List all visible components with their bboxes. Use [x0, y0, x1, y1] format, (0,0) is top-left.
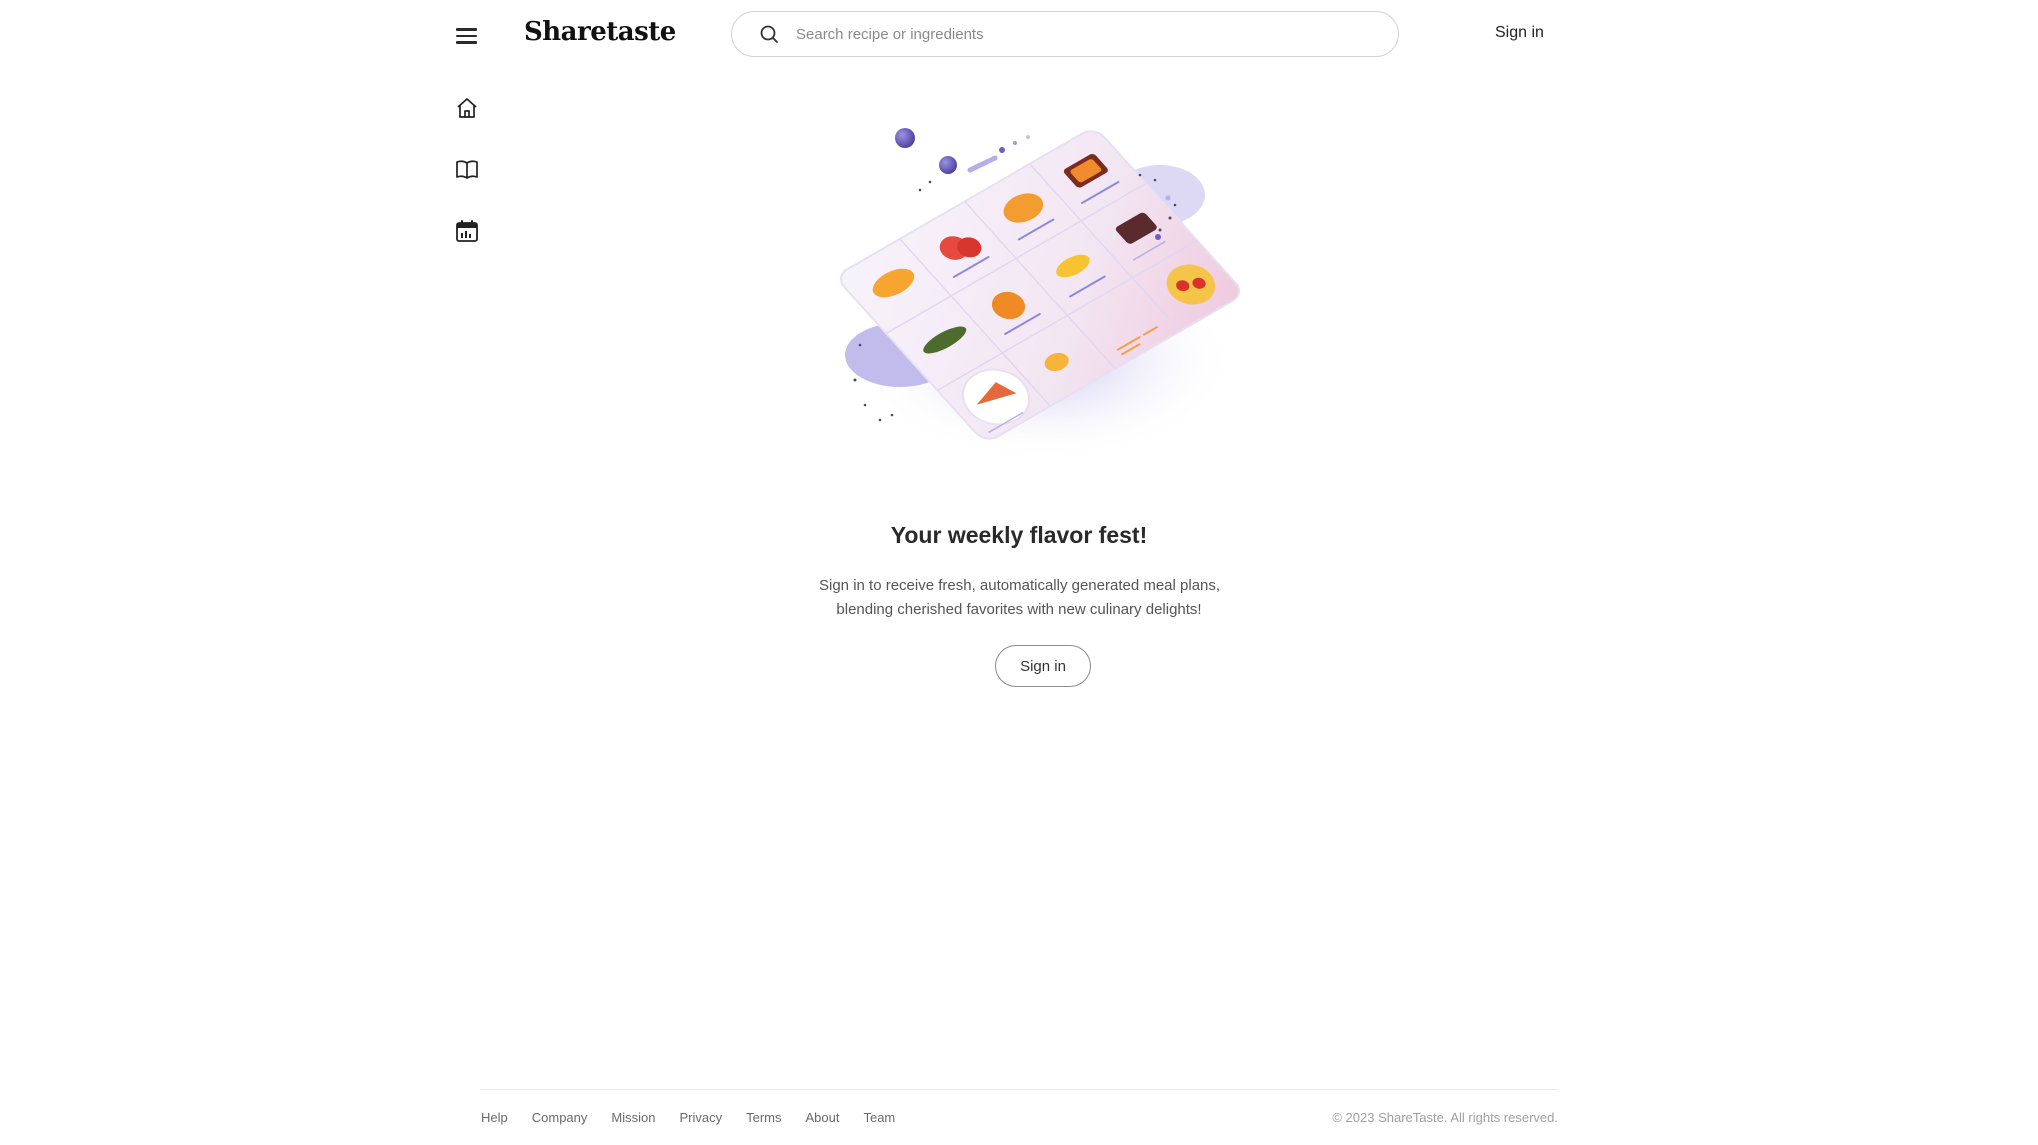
description-line-1: Sign in to receive fresh, automatically … — [819, 577, 1221, 594]
description-line-2: blending cherished favorites with new cu… — [836, 601, 1202, 618]
sign-in-link[interactable]: Sign in — [1495, 24, 1544, 42]
search-input[interactable] — [794, 24, 1358, 44]
footer-link-privacy[interactable]: Privacy — [679, 1110, 722, 1125]
footer-link-about[interactable]: About — [805, 1110, 839, 1125]
footer-links: Help Company Mission Privacy Terms About… — [481, 1110, 895, 1125]
footer-link-company[interactable]: Company — [532, 1110, 588, 1125]
footer-link-mission[interactable]: Mission — [611, 1110, 655, 1125]
logo[interactable]: Sharetaste — [524, 17, 676, 47]
book-icon — [455, 157, 479, 186]
page-title: Your weekly flavor fest! — [890, 522, 1148, 548]
meal-plan-illustration — [830, 110, 1250, 480]
sidebar-item-recipes[interactable] — [454, 158, 480, 184]
search-icon — [758, 23, 780, 45]
footer-link-terms[interactable]: Terms — [746, 1110, 781, 1125]
sidebar-item-meal-plan[interactable] — [454, 219, 480, 248]
footer-divider — [481, 1089, 1558, 1090]
sidebar-item-home[interactable] — [454, 97, 480, 123]
footer-link-team[interactable]: Team — [863, 1110, 895, 1125]
description: Sign in to receive fresh, automatically … — [819, 574, 1221, 622]
copyright: © 2023 ShareTaste. All rights reserved. — [1332, 1110, 1558, 1125]
search-bar[interactable] — [731, 11, 1399, 57]
home-icon — [455, 96, 479, 125]
hamburger-menu-icon — [456, 28, 477, 31]
calendar-icon — [455, 219, 479, 248]
menu-button[interactable] — [455, 24, 479, 48]
sign-in-button[interactable]: Sign in — [995, 645, 1091, 687]
footer-link-help[interactable]: Help — [481, 1110, 508, 1125]
